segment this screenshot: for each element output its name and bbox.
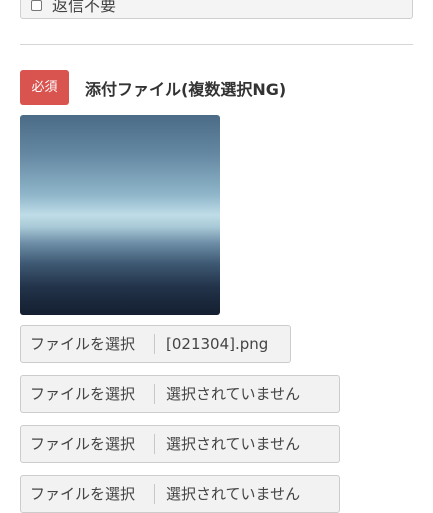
- choose-file-button[interactable]: ファイルを選択: [21, 376, 154, 412]
- selected-filename: 選択されていません: [166, 435, 301, 453]
- required-badge: 必須: [20, 70, 69, 105]
- file-input-1[interactable]: ファイルを選択 [021304].png: [20, 325, 291, 363]
- choose-file-button[interactable]: ファイルを選択: [21, 326, 154, 362]
- file-input-separator: [154, 434, 155, 454]
- file-input-4[interactable]: ファイルを選択 選択されていません: [20, 475, 340, 513]
- file-input-separator: [154, 484, 155, 504]
- selected-filename: 選択されていません: [166, 385, 301, 403]
- attachment-field-label: 添付ファイル(複数選択NG): [85, 80, 287, 99]
- selected-filename: 選択されていません: [166, 485, 301, 503]
- choose-file-button[interactable]: ファイルを選択: [21, 426, 154, 462]
- attachment-image-preview: [20, 115, 220, 315]
- file-input-separator: [154, 384, 155, 404]
- file-input-3[interactable]: ファイルを選択 選択されていません: [20, 425, 340, 463]
- file-input-separator: [154, 334, 155, 354]
- no-reply-checkbox[interactable]: [31, 0, 42, 11]
- no-reply-checkbox-row: 返信不要: [20, 0, 413, 19]
- no-reply-label: 返信不要: [52, 0, 117, 15]
- file-input-2[interactable]: ファイルを選択 選択されていません: [20, 375, 340, 413]
- selected-filename: [021304].png: [166, 335, 269, 353]
- choose-file-button[interactable]: ファイルを選択: [21, 476, 154, 512]
- section-divider: [20, 44, 413, 45]
